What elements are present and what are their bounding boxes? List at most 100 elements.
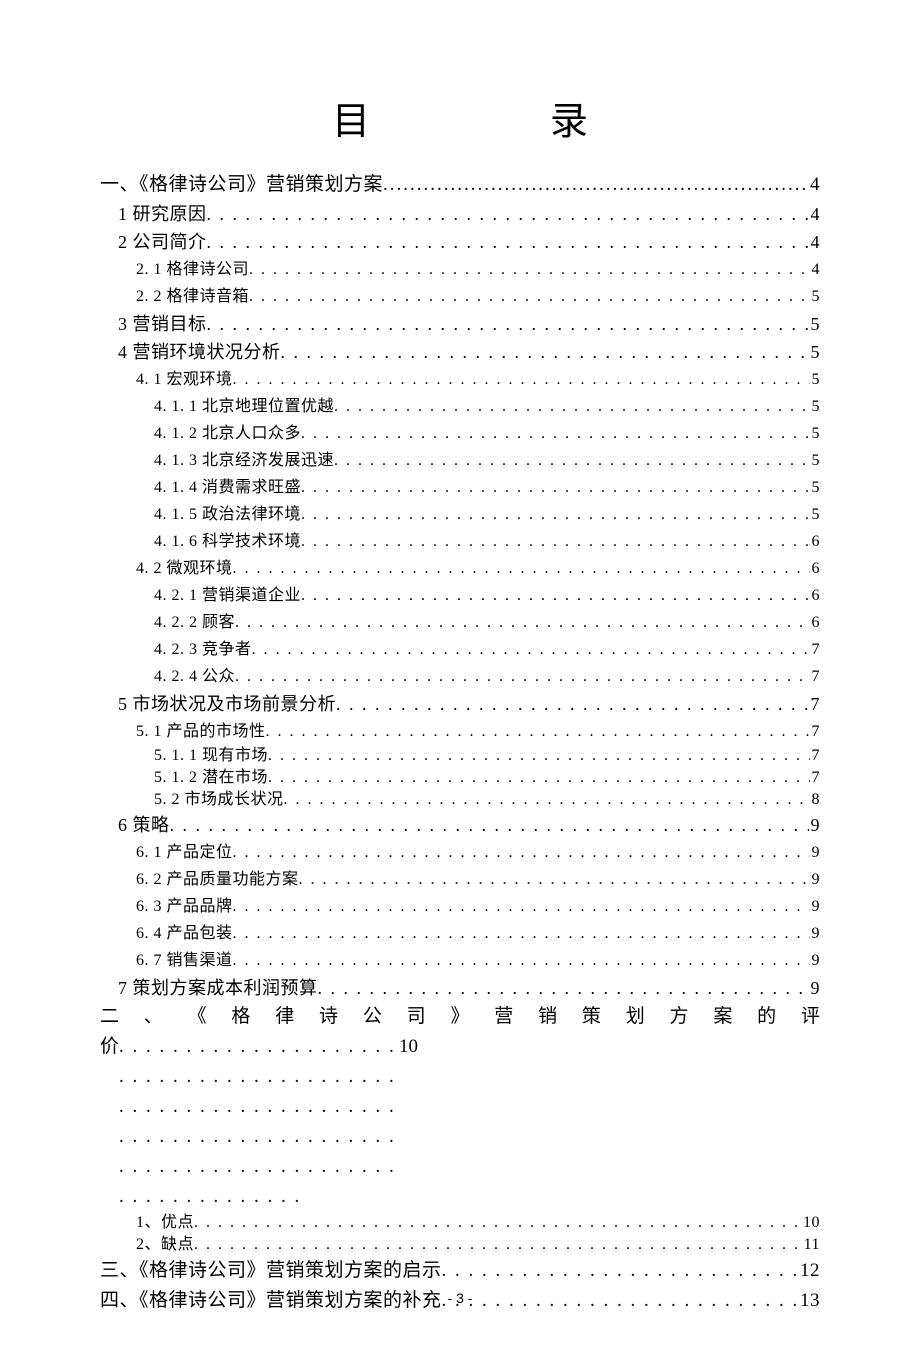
toc-leader: . . . . . . . . . . . . . . . . . . . . … <box>194 1212 801 1234</box>
toc-leader: . . . . . . . . . . . . . . . . . . . . … <box>268 745 809 767</box>
toc-entry-label-tail: 价 <box>100 1032 119 1062</box>
toc-leader: . . . . . . . . . . . . . . . . . . . . … <box>334 447 809 474</box>
toc-entry-label: 5. 2 市场成长状况 <box>154 789 284 811</box>
document-page: 目录 一、《格律诗公司》营销策划方案......................… <box>0 0 920 1356</box>
toc-entry: 7 策划方案成本利润预算. . . . . . . . . . . . . . … <box>118 974 820 1002</box>
toc-page-number: 7 <box>810 745 821 767</box>
toc-leader: . . . . . . . . . . . . . . . . . . . . … <box>233 366 810 393</box>
toc-entry: 4. 2. 3 竞争者. . . . . . . . . . . . . . .… <box>154 636 820 663</box>
toc-entry: 4 营销环境状况分析. . . . . . . . . . . . . . . … <box>118 338 820 366</box>
toc-entry-label: 4. 1. 6 科学技术环境 <box>154 528 301 555</box>
toc-entry-label: 4. 1. 4 消费需求旺盛 <box>154 474 301 501</box>
toc-leader: . . . . . . . . . . . . . . . . . . . . … <box>266 718 810 745</box>
toc-entry: 5. 1 产品的市场性. . . . . . . . . . . . . . .… <box>136 718 820 745</box>
toc-page-number: 5 <box>810 447 821 474</box>
toc-page-number: 9 <box>809 974 821 1002</box>
toc-leader: . . . . . . . . . . . . . . . . . . . . … <box>442 1256 798 1286</box>
toc-page-number: 12 <box>798 1256 820 1286</box>
toc-leader: . . . . . . . . . . . . . . . . . . . . … <box>233 555 810 582</box>
toc-page-number: 6 <box>810 609 821 636</box>
toc-entry-label: 1 研究原因 <box>118 200 207 228</box>
toc-page-number: 7 <box>810 636 821 663</box>
toc-entry: 4. 2. 4 公众. . . . . . . . . . . . . . . … <box>154 663 820 690</box>
toc-entry-label: 4. 2. 1 营销渠道企业 <box>154 582 301 609</box>
toc-page-number: 10 <box>399 1032 418 1062</box>
toc-page-number: 4 <box>810 256 821 283</box>
toc-leader: . . . . . . . . . . . . . . . . . . . . … <box>301 501 809 528</box>
toc-leader: . . . . . . . . . . . . . . . . . . . . … <box>233 920 810 947</box>
toc-leader: . . . . . . . . . . . . . . . . . . . . … <box>249 256 809 283</box>
toc-entry-label: 4. 2. 4 公众 <box>154 663 235 690</box>
toc-leader: . . . . . . . . . . . . . . . . . . . . … <box>301 420 809 447</box>
toc-leader: . . . . . . . . . . . . . . . . . . . . … <box>207 200 809 228</box>
toc-page-number: 7 <box>810 718 821 745</box>
toc-entry-label: 一、《格律诗公司》营销策划方案 <box>100 170 383 200</box>
toc-entry: 4. 1. 1 北京地理位置优越. . . . . . . . . . . . … <box>154 393 820 420</box>
toc-entry-label: 4 营销环境状况分析 <box>118 338 281 366</box>
toc-leader: . . . . . . . . . . . . . . . . . . . . … <box>233 839 810 866</box>
toc-entry: 6. 4 产品包装. . . . . . . . . . . . . . . .… <box>136 920 820 947</box>
toc-entry: 三、《格律诗公司》营销策划方案的启示. . . . . . . . . . . … <box>100 1256 820 1286</box>
toc-entry: 4. 2. 2 顾客. . . . . . . . . . . . . . . … <box>154 609 820 636</box>
toc-entry-label: 6 策略 <box>118 811 170 839</box>
toc-page-number: 9 <box>809 811 821 839</box>
toc-leader: . . . . . . . . . . . . . . . . . . . . … <box>268 767 809 789</box>
toc-leader: ........................................… <box>383 170 808 200</box>
toc-page-number: 6 <box>810 582 821 609</box>
toc-page-number: 9 <box>810 893 821 920</box>
toc-entry: 6. 7 销售渠道. . . . . . . . . . . . . . . .… <box>136 947 820 974</box>
toc-entry: 4. 1. 3 北京经济发展迅速. . . . . . . . . . . . … <box>154 447 820 474</box>
toc-leader: . . . . . . . . . . . . . . . . . . . . … <box>318 974 809 1002</box>
toc-title: 目录 <box>100 90 820 145</box>
toc-entry-label: 4. 1. 1 北京地理位置优越 <box>154 393 334 420</box>
toc-page-number: 5 <box>809 310 821 338</box>
toc-leader: . . . . . . . . . . . . . . . . . . . . … <box>301 528 809 555</box>
toc-entry: 3 营销目标. . . . . . . . . . . . . . . . . … <box>118 310 820 338</box>
toc-entry: 4. 1 宏观环境. . . . . . . . . . . . . . . .… <box>136 366 820 393</box>
toc-leader: . . . . . . . . . . . . . . . . . . . . … <box>249 283 809 310</box>
toc-entry-label: 4. 2 微观环境 <box>136 555 233 582</box>
toc-entry: 6. 2 产品质量功能方案. . . . . . . . . . . . . .… <box>136 866 820 893</box>
toc-entry: 4. 1. 6 科学技术环境. . . . . . . . . . . . . … <box>154 528 820 555</box>
toc-entry-label: 4. 2. 2 顾客 <box>154 609 235 636</box>
toc-entry: 2、缺点. . . . . . . . . . . . . . . . . . … <box>136 1234 820 1256</box>
toc-entry: 5. 1. 1 现有市场. . . . . . . . . . . . . . … <box>154 745 820 767</box>
toc-page-number: 4 <box>809 228 821 256</box>
toc-entry: 5. 2 市场成长状况. . . . . . . . . . . . . . .… <box>154 789 820 811</box>
toc-page-number: 5 <box>810 474 821 501</box>
toc-page-number: 5 <box>810 393 821 420</box>
toc-entry-label: 4. 1. 2 北京人口众多 <box>154 420 301 447</box>
toc-entry: 一、《格律诗公司》营销策划方案.........................… <box>100 170 820 200</box>
toc-page-number: 9 <box>810 947 821 974</box>
toc-entry-label: 6. 3 产品品牌 <box>136 893 233 920</box>
toc-entry: 4. 1. 4 消费需求旺盛. . . . . . . . . . . . . … <box>154 474 820 501</box>
toc-leader: . . . . . . . . . . . . . . . . . . . . … <box>299 866 810 893</box>
toc-entry-label: 4. 2. 3 竞争者 <box>154 636 252 663</box>
toc-page-number: 9 <box>810 839 821 866</box>
toc-entry-label: 2、缺点 <box>136 1234 194 1256</box>
toc-page-number: 5 <box>810 366 821 393</box>
toc-leader: . . . . . . . . . . . . . . . . . . . . … <box>281 338 809 366</box>
toc-page-number: 5 <box>809 338 821 366</box>
toc-leader: . . . . . . . . . . . . . . . . . . . . … <box>336 690 809 718</box>
toc-list: 一、《格律诗公司》营销策划方案.........................… <box>100 170 820 1002</box>
toc-entry-label: 6. 1 产品定位 <box>136 839 233 866</box>
toc-leader: . . . . . . . . . . . . . . . . . . . . … <box>301 474 809 501</box>
toc-entry-label: 5. 1. 2 潜在市场 <box>154 767 268 789</box>
toc-page-number: 11 <box>802 1234 820 1256</box>
page-footer-number: - 3 - <box>0 1290 920 1306</box>
toc-page-number: 9 <box>810 920 821 947</box>
toc-entry-justified: 二 、 《 格 律 诗 公 司 》 营 销 策 划 方 案 的 评 价 . . … <box>100 1002 820 1212</box>
toc-page-number: 6 <box>810 528 821 555</box>
toc-entry: 2. 1 格律诗公司. . . . . . . . . . . . . . . … <box>136 256 820 283</box>
toc-entry-label: 4. 1. 5 政治法律环境 <box>154 501 301 528</box>
toc-entry: 4. 1. 2 北京人口众多. . . . . . . . . . . . . … <box>154 420 820 447</box>
toc-leader: . . . . . . . . . . . . . . . . . . . . … <box>194 1234 802 1256</box>
toc-page-number: 8 <box>810 789 821 811</box>
toc-entry-label: 6. 4 产品包装 <box>136 920 233 947</box>
toc-leader: . . . . . . . . . . . . . . . . . . . . … <box>207 228 809 256</box>
toc-leader: . . . . . . . . . . . . . . . . . . . . … <box>233 893 810 920</box>
toc-entry: 4. 2 微观环境. . . . . . . . . . . . . . . .… <box>136 555 820 582</box>
toc-entry-label: 7 策划方案成本利润预算 <box>118 974 318 1002</box>
toc-leader: . . . . . . . . . . . . . . . . . . . . … <box>233 947 810 974</box>
